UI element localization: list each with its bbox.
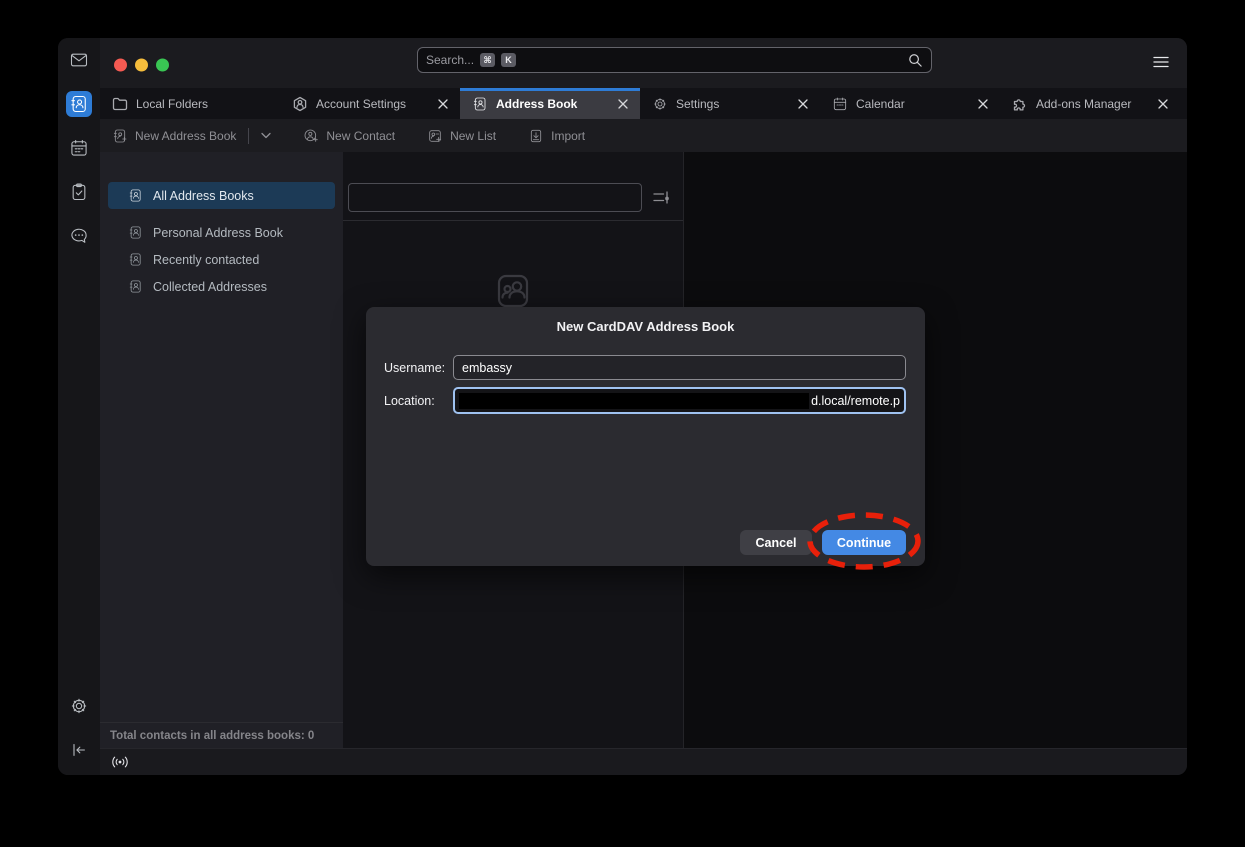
- new-address-book-label: New Address Book: [135, 129, 236, 143]
- address-books-sidebar: All Address Books Personal Address Book …: [100, 152, 343, 748]
- close-icon[interactable]: [976, 97, 990, 111]
- tab-label: Address Book: [496, 97, 608, 111]
- new-list-button[interactable]: New List: [427, 128, 496, 144]
- k-key-badge: K: [501, 53, 516, 67]
- new-address-book-button[interactable]: New Address Book: [112, 128, 236, 144]
- username-field[interactable]: [453, 355, 906, 380]
- settings-gear-icon[interactable]: [66, 693, 92, 719]
- tab-bar: Local Folders Account Settings Address B…: [100, 88, 1187, 119]
- person-plus-icon: [303, 128, 319, 144]
- address-book-icon: [128, 225, 143, 240]
- sidebar-item-label: Personal Address Book: [153, 226, 283, 240]
- search-icon: [908, 53, 923, 68]
- address-book-space-icon[interactable]: [66, 91, 92, 117]
- cancel-button[interactable]: Cancel: [740, 530, 812, 555]
- sidebar-item-label: Collected Addresses: [153, 280, 267, 294]
- new-contact-button[interactable]: New Contact: [303, 128, 395, 144]
- calendar-space-icon[interactable]: [66, 135, 92, 161]
- status-bar: [100, 748, 1187, 775]
- sidebar-item-personal-address-book[interactable]: Personal Address Book: [108, 219, 335, 246]
- tab-label: Add-ons Manager: [1036, 97, 1148, 111]
- sidebar-item-label: All Address Books: [153, 189, 254, 203]
- cmd-key-badge: ⌘: [480, 53, 495, 67]
- chevron-down-icon[interactable]: [261, 132, 271, 139]
- import-button[interactable]: Import: [528, 128, 585, 144]
- sidebar-item-recently-contacted[interactable]: Recently contacted: [108, 246, 335, 273]
- import-label: Import: [551, 129, 585, 143]
- address-book-toolbar: New Address Book New Contact New List: [100, 119, 1187, 152]
- dialog-title: New CardDAV Address Book: [366, 319, 925, 334]
- tasks-icon[interactable]: [66, 179, 92, 205]
- tab-account-settings[interactable]: Account Settings: [280, 88, 460, 119]
- continue-button[interactable]: Continue: [822, 530, 906, 555]
- search-placeholder: Search...: [426, 53, 474, 67]
- contacts-placeholder-icon: [494, 272, 532, 310]
- app-window: Search... ⌘ K Local Folders: [58, 38, 1187, 775]
- address-book-icon: [128, 252, 143, 267]
- import-icon: [528, 128, 544, 144]
- close-icon[interactable]: [1156, 97, 1170, 111]
- close-window-button[interactable]: [114, 59, 127, 72]
- tab-calendar[interactable]: Calendar: [820, 88, 1000, 119]
- global-search-input[interactable]: Search... ⌘ K: [417, 47, 932, 73]
- chat-icon[interactable]: [66, 223, 92, 249]
- tab-label: Account Settings: [316, 97, 428, 111]
- tab-settings[interactable]: Settings: [640, 88, 820, 119]
- sidebar-item-collected-addresses[interactable]: Collected Addresses: [108, 273, 335, 300]
- display-options-icon[interactable]: [652, 190, 670, 205]
- address-book-icon: [128, 279, 143, 294]
- broadcast-icon: [110, 754, 130, 770]
- account-icon: [292, 96, 308, 112]
- new-carddav-dialog: New CardDAV Address Book Username: Locat…: [366, 307, 925, 566]
- cards-search-row: [343, 152, 683, 221]
- titlebar: Search... ⌘ K: [100, 38, 1187, 88]
- folder-icon: [112, 96, 128, 112]
- tab-label: Settings: [676, 97, 788, 111]
- new-list-label: New List: [450, 129, 496, 143]
- main-area: Search... ⌘ K Local Folders: [100, 38, 1187, 775]
- location-label: Location:: [384, 394, 453, 408]
- toolbar-separator: [248, 128, 249, 144]
- tab-local-folders[interactable]: Local Folders: [100, 88, 280, 119]
- contacts-filter-input[interactable]: [348, 183, 642, 212]
- address-book-plus-icon: [112, 128, 128, 144]
- gear-icon: [652, 96, 668, 112]
- puzzle-icon: [1012, 96, 1028, 112]
- location-field[interactable]: d.local/remote.p: [453, 387, 906, 414]
- minimize-window-button[interactable]: [135, 59, 148, 72]
- sidebar-item-label: Recently contacted: [153, 253, 259, 267]
- list-plus-icon: [427, 128, 443, 144]
- window-controls: [114, 59, 169, 72]
- tab-label: Calendar: [856, 97, 968, 111]
- zoom-window-button[interactable]: [156, 59, 169, 72]
- address-books-list: All Address Books Personal Address Book …: [100, 152, 343, 722]
- address-book-icon: [128, 188, 143, 203]
- username-label: Username:: [384, 361, 453, 375]
- spaces-toolbar: [58, 38, 100, 775]
- tab-addons-manager[interactable]: Add-ons Manager: [1000, 88, 1180, 119]
- redaction-bar: [459, 393, 809, 409]
- calendar-icon: [832, 96, 848, 112]
- mail-icon[interactable]: [66, 47, 92, 73]
- location-visible-text: d.local/remote.p: [811, 394, 900, 408]
- address-book-icon: [472, 96, 488, 112]
- tab-address-book[interactable]: Address Book: [460, 88, 640, 119]
- new-contact-label: New Contact: [326, 129, 395, 143]
- tab-label: Local Folders: [136, 97, 270, 111]
- app-menu-button[interactable]: [1151, 52, 1171, 72]
- contacts-count-status: Total contacts in all address books: 0: [100, 722, 343, 748]
- close-icon[interactable]: [436, 97, 450, 111]
- collapse-icon[interactable]: [66, 737, 92, 763]
- sidebar-item-all-address-books[interactable]: All Address Books: [108, 182, 335, 209]
- close-icon[interactable]: [616, 97, 630, 111]
- close-icon[interactable]: [796, 97, 810, 111]
